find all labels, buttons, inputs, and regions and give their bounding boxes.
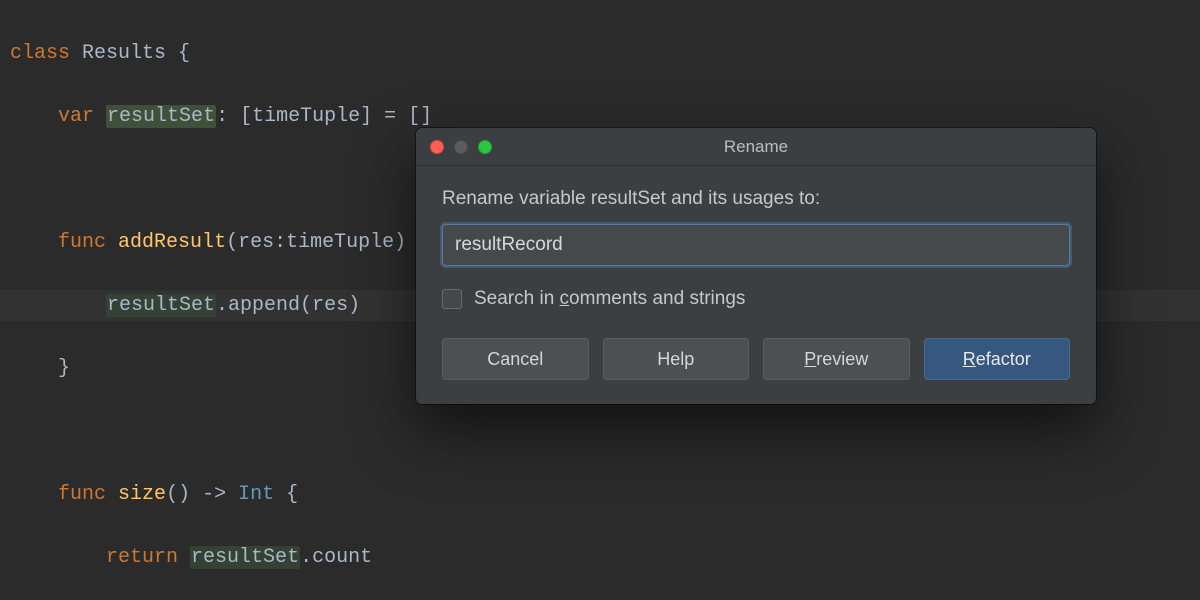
refactor-button[interactable]: Refactor [924, 338, 1071, 380]
dialog-buttons: Cancel Help Preview Refactor [442, 338, 1070, 380]
cancel-button[interactable]: Cancel [442, 338, 589, 380]
help-button[interactable]: Help [603, 338, 750, 380]
var-resultset-usage[interactable]: resultSet [190, 546, 300, 569]
keyword-var: var [58, 105, 94, 128]
keyword-return: return [106, 546, 178, 569]
class-name: Results [82, 42, 166, 65]
func-size: size [118, 483, 166, 506]
rename-dialog: Rename Rename variable resultSet and its… [416, 128, 1096, 404]
search-comments-label: Search in comments and strings [474, 288, 745, 310]
rename-prompt: Rename variable resultSet and its usages… [442, 188, 1070, 210]
type-int: Int [238, 483, 274, 506]
keyword-func: func [58, 231, 106, 254]
dialog-title: Rename [416, 137, 1096, 157]
window-controls [430, 140, 492, 154]
search-comments-checkbox[interactable] [442, 289, 462, 309]
close-icon[interactable] [430, 140, 444, 154]
var-resultset-usage[interactable]: resultSet [106, 294, 216, 317]
keyword-class: class [10, 42, 70, 65]
var-resultset-decl[interactable]: resultSet [106, 105, 216, 128]
func-addresult: addResult [118, 231, 226, 254]
zoom-icon[interactable] [478, 140, 492, 154]
preview-button[interactable]: Preview [763, 338, 910, 380]
dialog-titlebar[interactable]: Rename [416, 128, 1096, 166]
rename-input[interactable] [442, 224, 1070, 266]
minimize-icon [454, 140, 468, 154]
